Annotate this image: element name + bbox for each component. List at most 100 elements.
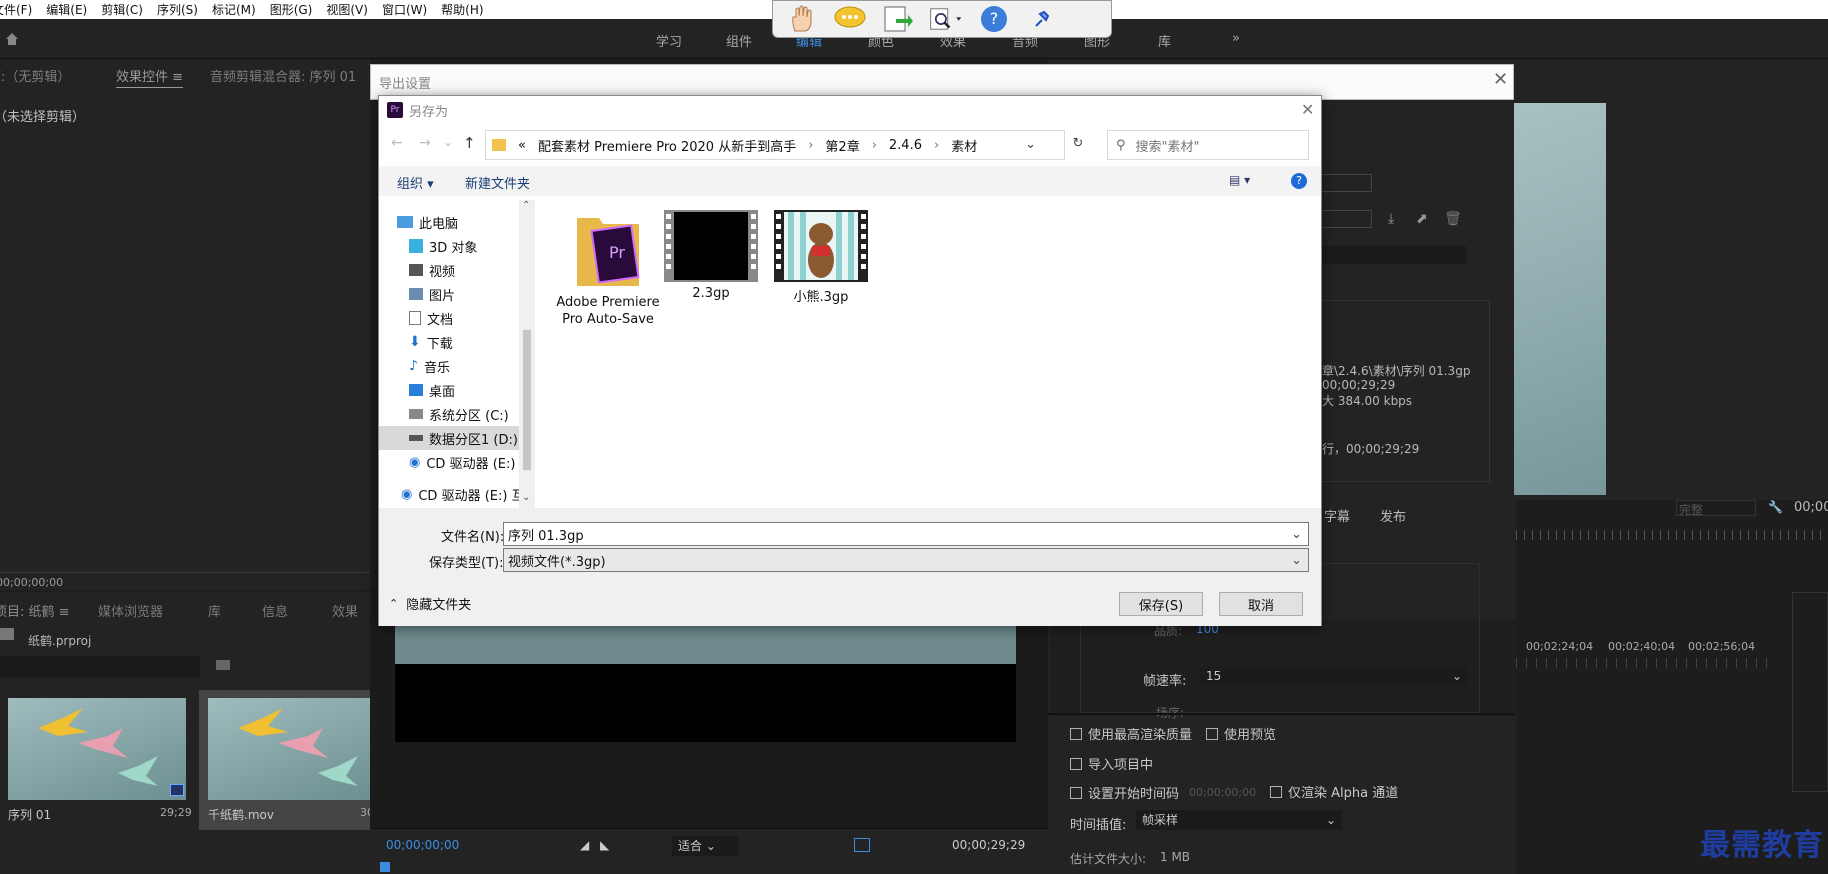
ruler-tick: 00;02;24;04 [1526, 640, 1594, 653]
effects-tab[interactable]: 效果 [332, 601, 358, 620]
captions-tab[interactable]: 字幕 [1324, 506, 1350, 525]
info-tab[interactable]: 信息 [262, 601, 288, 620]
project-search-input[interactable] [0, 656, 200, 678]
file-item[interactable]: Pr Adobe Premiere Pro Auto-Save [553, 210, 663, 328]
sequence-thumbnail[interactable] [8, 698, 186, 800]
playhead-icon[interactable] [380, 862, 390, 872]
clip-thumbnail[interactable] [208, 698, 370, 800]
import-preset-icon[interactable]: ⬈ [1416, 211, 1428, 227]
breadcrumb-item[interactable]: 素材 [951, 136, 977, 155]
playback-quality-dropdown[interactable]: 完整 [1676, 500, 1756, 517]
timeline-ruler [1516, 658, 1772, 668]
media-browser-tab[interactable]: 媒体浏览器 [98, 601, 163, 620]
search-input[interactable]: ⚲ 搜索"素材" [1107, 130, 1309, 160]
home-icon[interactable] [4, 31, 20, 47]
thumb-duration: 29;29 [160, 806, 192, 819]
menu-marker[interactable]: 标记(M) [212, 1, 256, 18]
menu-view[interactable]: 视图(V) [326, 1, 368, 18]
menu-edit[interactable]: 编辑(E) [46, 1, 87, 18]
set-start-timecode-checkbox[interactable]: 设置开始时间码 00;00;00;00 [1070, 783, 1256, 802]
nav-item-cd-drive[interactable]: ◉CD 驱动器 (E:) 互 [401, 482, 519, 506]
menu-file[interactable]: 文件(F) [0, 1, 32, 18]
nav-item-cd-drive[interactable]: ◉CD 驱动器 (E:) 互 [409, 450, 519, 474]
nav-item-drive-d[interactable]: 数据分区1 (D:) [379, 426, 519, 450]
cd-icon: ◉ [409, 454, 421, 470]
hand-icon[interactable] [785, 4, 819, 34]
menu-clip[interactable]: 剪辑(C) [101, 1, 143, 18]
help-circle-icon[interactable]: ? [977, 4, 1011, 34]
refresh-icon[interactable]: ↻ [1064, 136, 1092, 166]
document-icon [409, 311, 421, 325]
library-tab[interactable]: 库 [208, 601, 221, 620]
mark-out-icon[interactable]: ◣ [600, 838, 609, 852]
workspace-more-icon[interactable]: » [1232, 31, 1240, 46]
close-icon[interactable]: ✕ [1301, 100, 1314, 119]
preview-letterbox [395, 664, 1016, 742]
effect-controls-tab[interactable]: 效果控件 ≡ [116, 66, 184, 88]
save-button[interactable]: 保存(S) [1119, 592, 1203, 616]
forward-arrow-icon[interactable]: → [419, 135, 431, 151]
filename-input[interactable]: 序列 01.3gp ⌄ [503, 522, 1309, 546]
address-dropdown-icon[interactable]: ⌄ [1025, 137, 1036, 152]
pin-icon[interactable] [1025, 4, 1059, 34]
breadcrumb-item[interactable]: 第2章 [825, 136, 859, 155]
dialog-titlebar: Pr 另存为 [379, 96, 1321, 124]
source-panel [0, 60, 370, 590]
import-into-project-checkbox[interactable]: 导入项目中 [1070, 754, 1153, 773]
preview-timecode-out: 00;00;29;29 [952, 838, 1026, 852]
project-tab[interactable]: 项目: 纸鹤 ≡ [0, 601, 70, 620]
scroll-thumb[interactable] [523, 330, 531, 470]
file-item[interactable]: 2.3gp [661, 210, 761, 301]
recent-chevron-icon[interactable]: ⌄ [443, 135, 453, 149]
workspace-tab-assembly[interactable]: 组件 [726, 31, 752, 50]
address-bar[interactable]: « 配套素材 Premiere Pro 2020 从新手到高手 › 第2章 › 2.… [485, 130, 1083, 160]
file-item[interactable]: 小熊.3gp [771, 210, 871, 305]
breadcrumb-item[interactable]: 配套素材 Premiere Pro 2020 从新手到高手 [538, 136, 796, 155]
nav-scrollbar[interactable]: ⌃ ⌄ [519, 200, 535, 508]
use-previews-checkbox[interactable]: 使用预览 [1206, 724, 1276, 743]
max-render-quality-checkbox[interactable]: 使用最高渲染质量 [1070, 724, 1192, 743]
thumb-label: 序列 01 [8, 808, 52, 822]
menu-sequence[interactable]: 序列(S) [157, 1, 198, 18]
breadcrumb-item[interactable]: 2.4.6 [889, 138, 922, 153]
hide-folders-toggle[interactable]: ⌃ 隐藏文件夹 [389, 594, 471, 613]
audio-mixer-tab[interactable]: 音频剪辑混合器: 序列 01 [210, 66, 356, 85]
workspace-tab-learn[interactable]: 学习 [656, 31, 682, 50]
fps-dropdown[interactable]: 15 ⌄ [1200, 666, 1468, 686]
preview-video [395, 620, 1016, 664]
comment-icon[interactable] [833, 4, 867, 34]
scroll-up-icon[interactable]: ⌃ [522, 200, 530, 211]
preview-timecode-in[interactable]: 00;00;00;00 [386, 838, 459, 852]
output-path: 章\2.4.6\素材\序列 01.3gp [1322, 364, 1471, 378]
export-dialog-title: 导出设置 [379, 77, 432, 92]
workspace-tab-libraries[interactable]: 库 [1158, 31, 1171, 50]
file-type-select[interactable]: 视频文件(*.3gp) ⌄ [503, 548, 1309, 572]
menu-help[interactable]: 帮助(H) [441, 1, 483, 18]
up-arrow-icon[interactable]: ↑ [463, 134, 476, 152]
filename-label: 文件名(N): [441, 530, 505, 545]
organize-button[interactable]: 组织 ▾ [397, 173, 434, 192]
menu-graphics[interactable]: 图形(G) [270, 1, 313, 18]
publish-tab[interactable]: 发布 [1380, 506, 1406, 525]
scroll-down-icon[interactable]: ⌄ [522, 492, 530, 503]
help-icon[interactable]: ? [1291, 173, 1307, 189]
mark-in-icon[interactable]: ◢ [580, 838, 589, 852]
delete-preset-icon[interactable]: 🗑 [1444, 211, 1462, 227]
render-alpha-only-checkbox[interactable]: 仅渲染 Alpha 通道 [1270, 782, 1398, 801]
cancel-button[interactable]: 取消 [1219, 592, 1303, 616]
wrench-icon[interactable]: 🔧 [1768, 500, 1783, 514]
bin-icon[interactable] [216, 660, 230, 670]
new-folder-button[interactable]: 新建文件夹 [465, 173, 530, 192]
breadcrumb-overflow[interactable]: « [518, 138, 526, 153]
view-options-icon[interactable]: ▤ ▾ [1229, 173, 1250, 187]
save-preset-icon[interactable]: ⤓ [1388, 211, 1394, 227]
zoom-doc-icon[interactable] [929, 4, 963, 34]
close-icon[interactable]: ✕ [1493, 69, 1508, 90]
fit-dropdown[interactable]: 适合 ⌄ [672, 836, 738, 856]
back-arrow-icon[interactable]: ← [391, 135, 403, 151]
source-tab[interactable]: 源:（无剪辑） [0, 66, 70, 85]
menu-window[interactable]: 窗口(W) [382, 1, 427, 18]
time-interp-dropdown[interactable]: 帧采样 ⌄ [1136, 810, 1342, 830]
safe-margins-icon[interactable] [854, 838, 870, 852]
export-doc-icon[interactable] [881, 4, 915, 34]
